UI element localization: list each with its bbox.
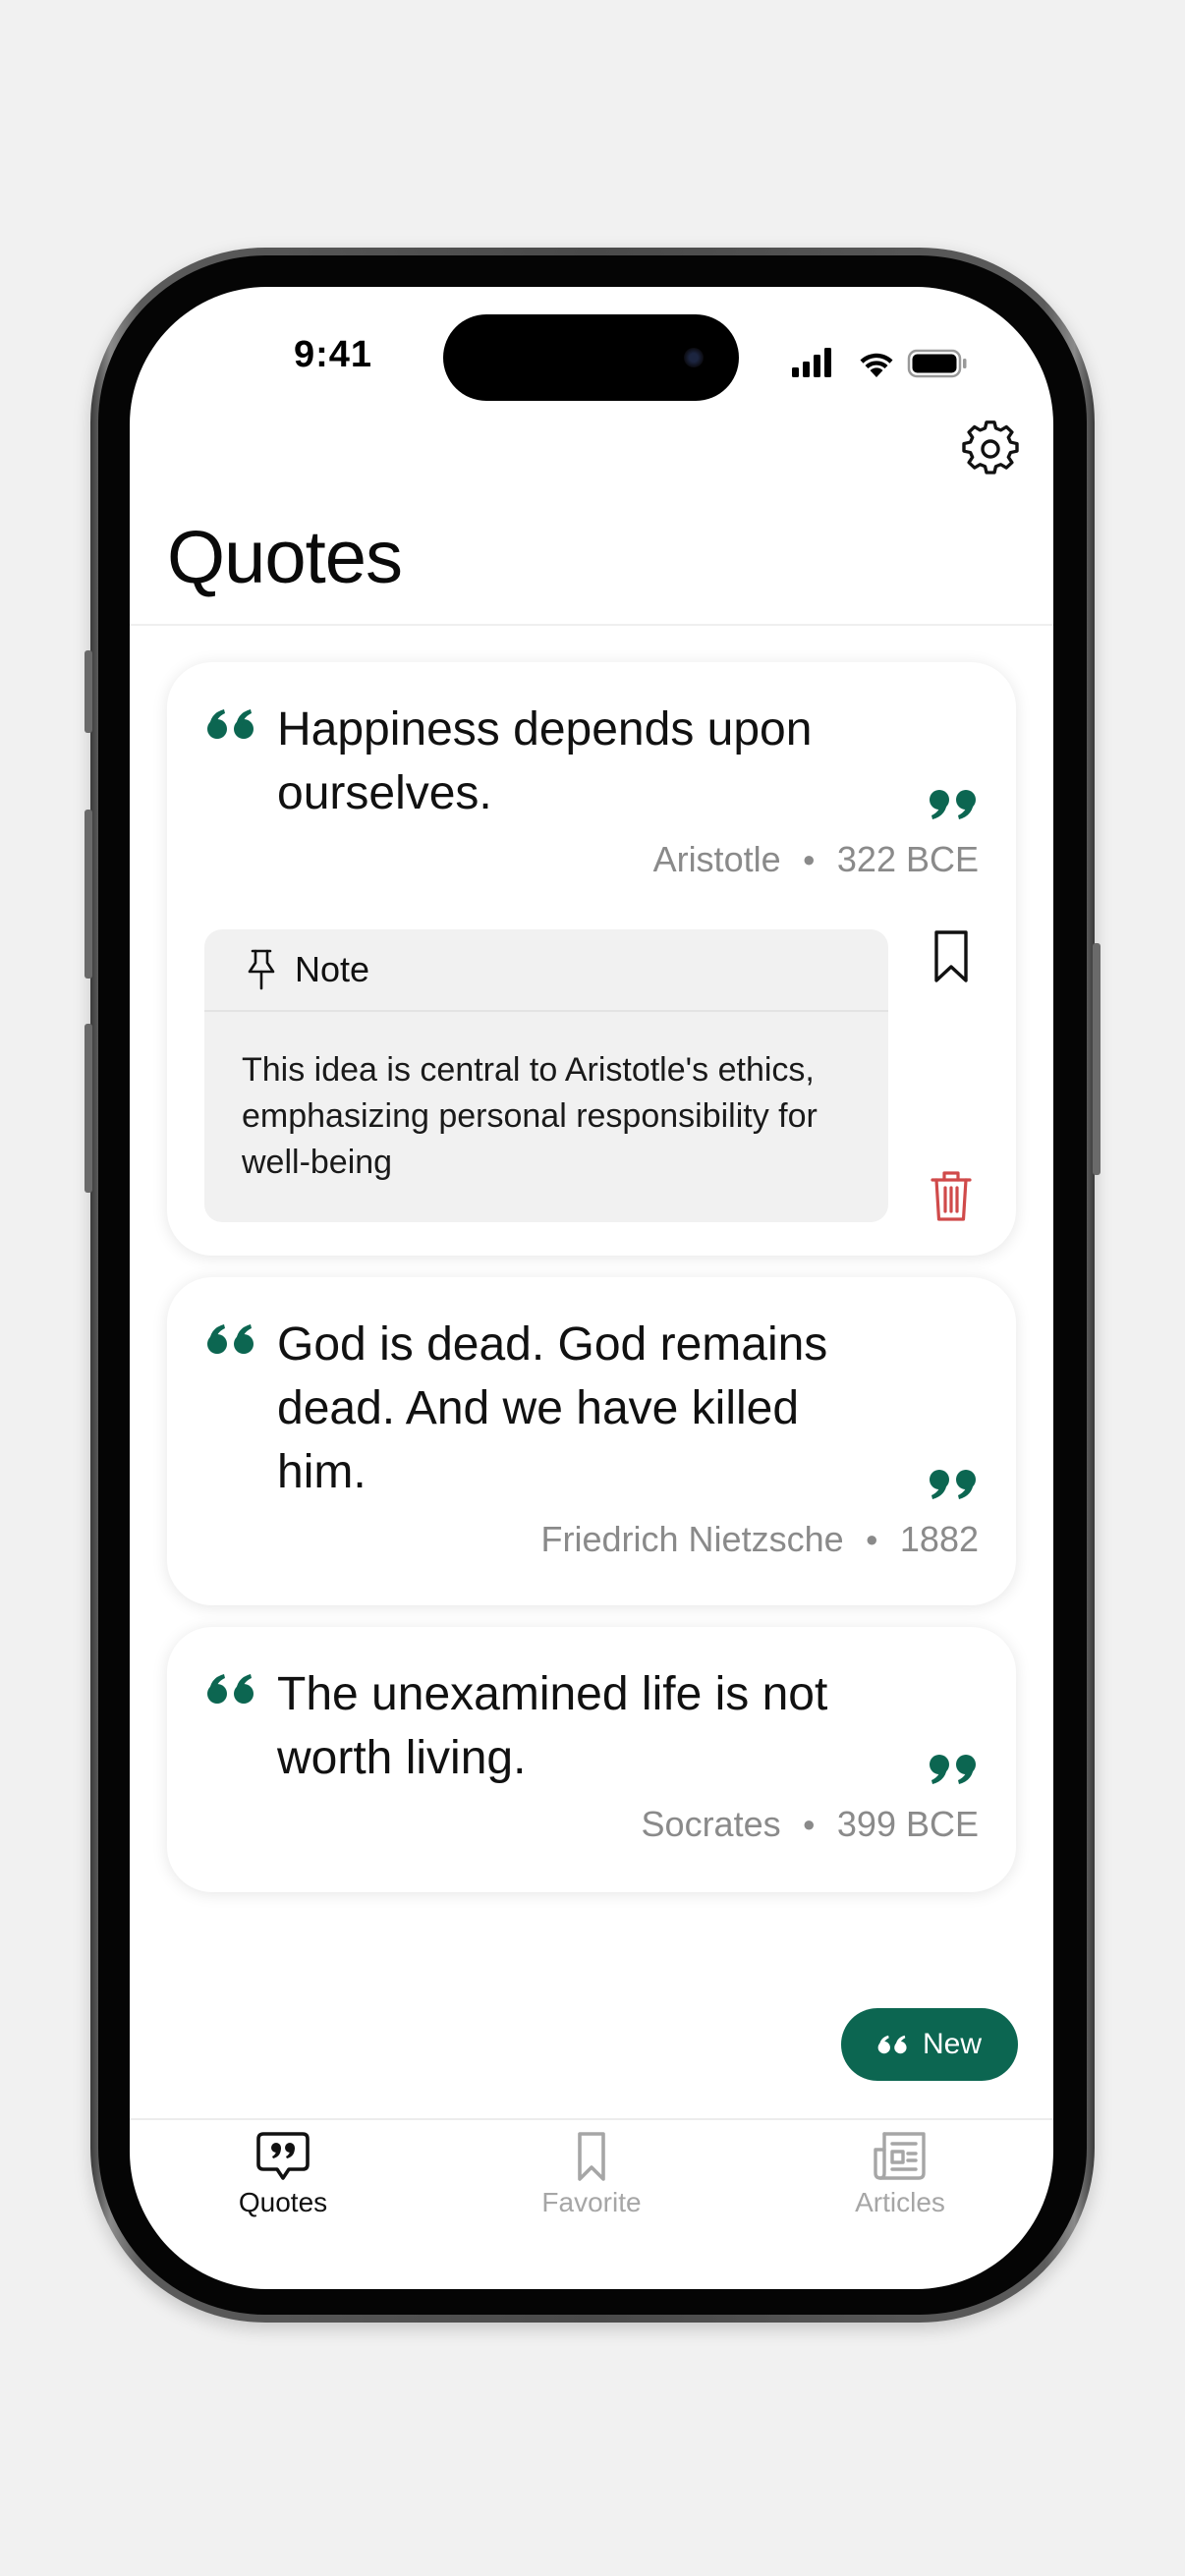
quote-bubble-icon: [256, 2132, 310, 2180]
open-quote-icon: [207, 1674, 254, 1704]
tab-quotes[interactable]: Quotes: [185, 2130, 381, 2218]
quote-author: Friedrich Nietzsche: [540, 1519, 844, 1559]
volume-down-button: [85, 1024, 92, 1193]
quote-meta: Friedrich Nietzsche ● 1882: [541, 1519, 979, 1560]
note-label: Note: [295, 949, 370, 989]
tab-quotes-label: Quotes: [238, 2187, 328, 2217]
quote-date: 322 BCE: [836, 839, 979, 879]
quote-text: Happiness depends upon ourselves.: [277, 703, 813, 819]
new-quote-label: New: [922, 2028, 982, 2060]
close-quote-icon: [930, 1755, 976, 1784]
power-button: [1093, 943, 1100, 1175]
front-camera: [684, 348, 704, 367]
action-button: [85, 650, 92, 733]
quote-meta: Socrates ● 399 BCE: [642, 1804, 979, 1845]
dynamic-island: [443, 314, 739, 401]
settings-button[interactable]: [961, 420, 1020, 478]
tab-favorite-label: Favorite: [541, 2187, 642, 2217]
tab-articles[interactable]: Articles: [802, 2130, 998, 2218]
quote-date: 1882: [899, 1519, 979, 1559]
quote-card[interactable]: Happiness depends upon ourselves. Aristo…: [167, 662, 1016, 1256]
quote-author: Aristotle: [652, 839, 781, 879]
newspaper-icon: [874, 2132, 926, 2180]
tab-favorite[interactable]: Favorite: [493, 2130, 690, 2218]
note-box[interactable]: Note This idea is central to Aristotle's…: [204, 929, 888, 1222]
status-icons: [792, 348, 967, 378]
open-quote-icon: [207, 709, 254, 739]
tab-bar-divider: [130, 2118, 1053, 2120]
quote-date: 399 BCE: [836, 1804, 979, 1844]
page-title: Quotes: [167, 516, 403, 599]
quote-author: Socrates: [641, 1804, 781, 1844]
volume-up-button: [85, 810, 92, 979]
close-quote-icon: [930, 790, 976, 819]
separator-dot: ●: [802, 847, 816, 871]
cellular-signal-icon: [792, 348, 831, 377]
gear-icon: [962, 420, 1019, 475]
quote-card[interactable]: The unexamined life is not worth living.…: [167, 1627, 1016, 1892]
bookmark-icon[interactable]: [931, 929, 971, 984]
wifi-icon: [860, 353, 893, 377]
tab-articles-label: Articles: [855, 2187, 945, 2217]
header-divider: [130, 624, 1053, 626]
quote-text: God is dead. God remains dead. And we ha…: [277, 1318, 828, 1498]
pin-icon: [248, 949, 275, 990]
battery-icon: [907, 349, 967, 378]
note-text: This idea is central to Aristotle's ethi…: [242, 1051, 818, 1181]
separator-dot: ●: [802, 1812, 816, 1836]
status-time: 9:41: [293, 334, 373, 375]
new-quote-button[interactable]: New: [841, 2008, 1018, 2081]
quote-meta: Aristotle ● 322 BCE: [653, 839, 979, 880]
quote-icon: [877, 2035, 907, 2054]
app-screen: 9:41 Quotes Happiness depends upon ourse…: [130, 287, 1053, 2289]
separator-dot: ●: [865, 1527, 878, 1551]
bookmark-icon: [578, 2132, 605, 2181]
open-quote-icon: [207, 1324, 254, 1354]
trash-icon[interactable]: [930, 1169, 973, 1222]
close-quote-icon: [930, 1470, 976, 1499]
quote-card[interactable]: God is dead. God remains dead. And we ha…: [167, 1277, 1016, 1605]
note-header: Note: [204, 929, 888, 1012]
quote-text: The unexamined life is not worth living.: [277, 1668, 828, 1784]
